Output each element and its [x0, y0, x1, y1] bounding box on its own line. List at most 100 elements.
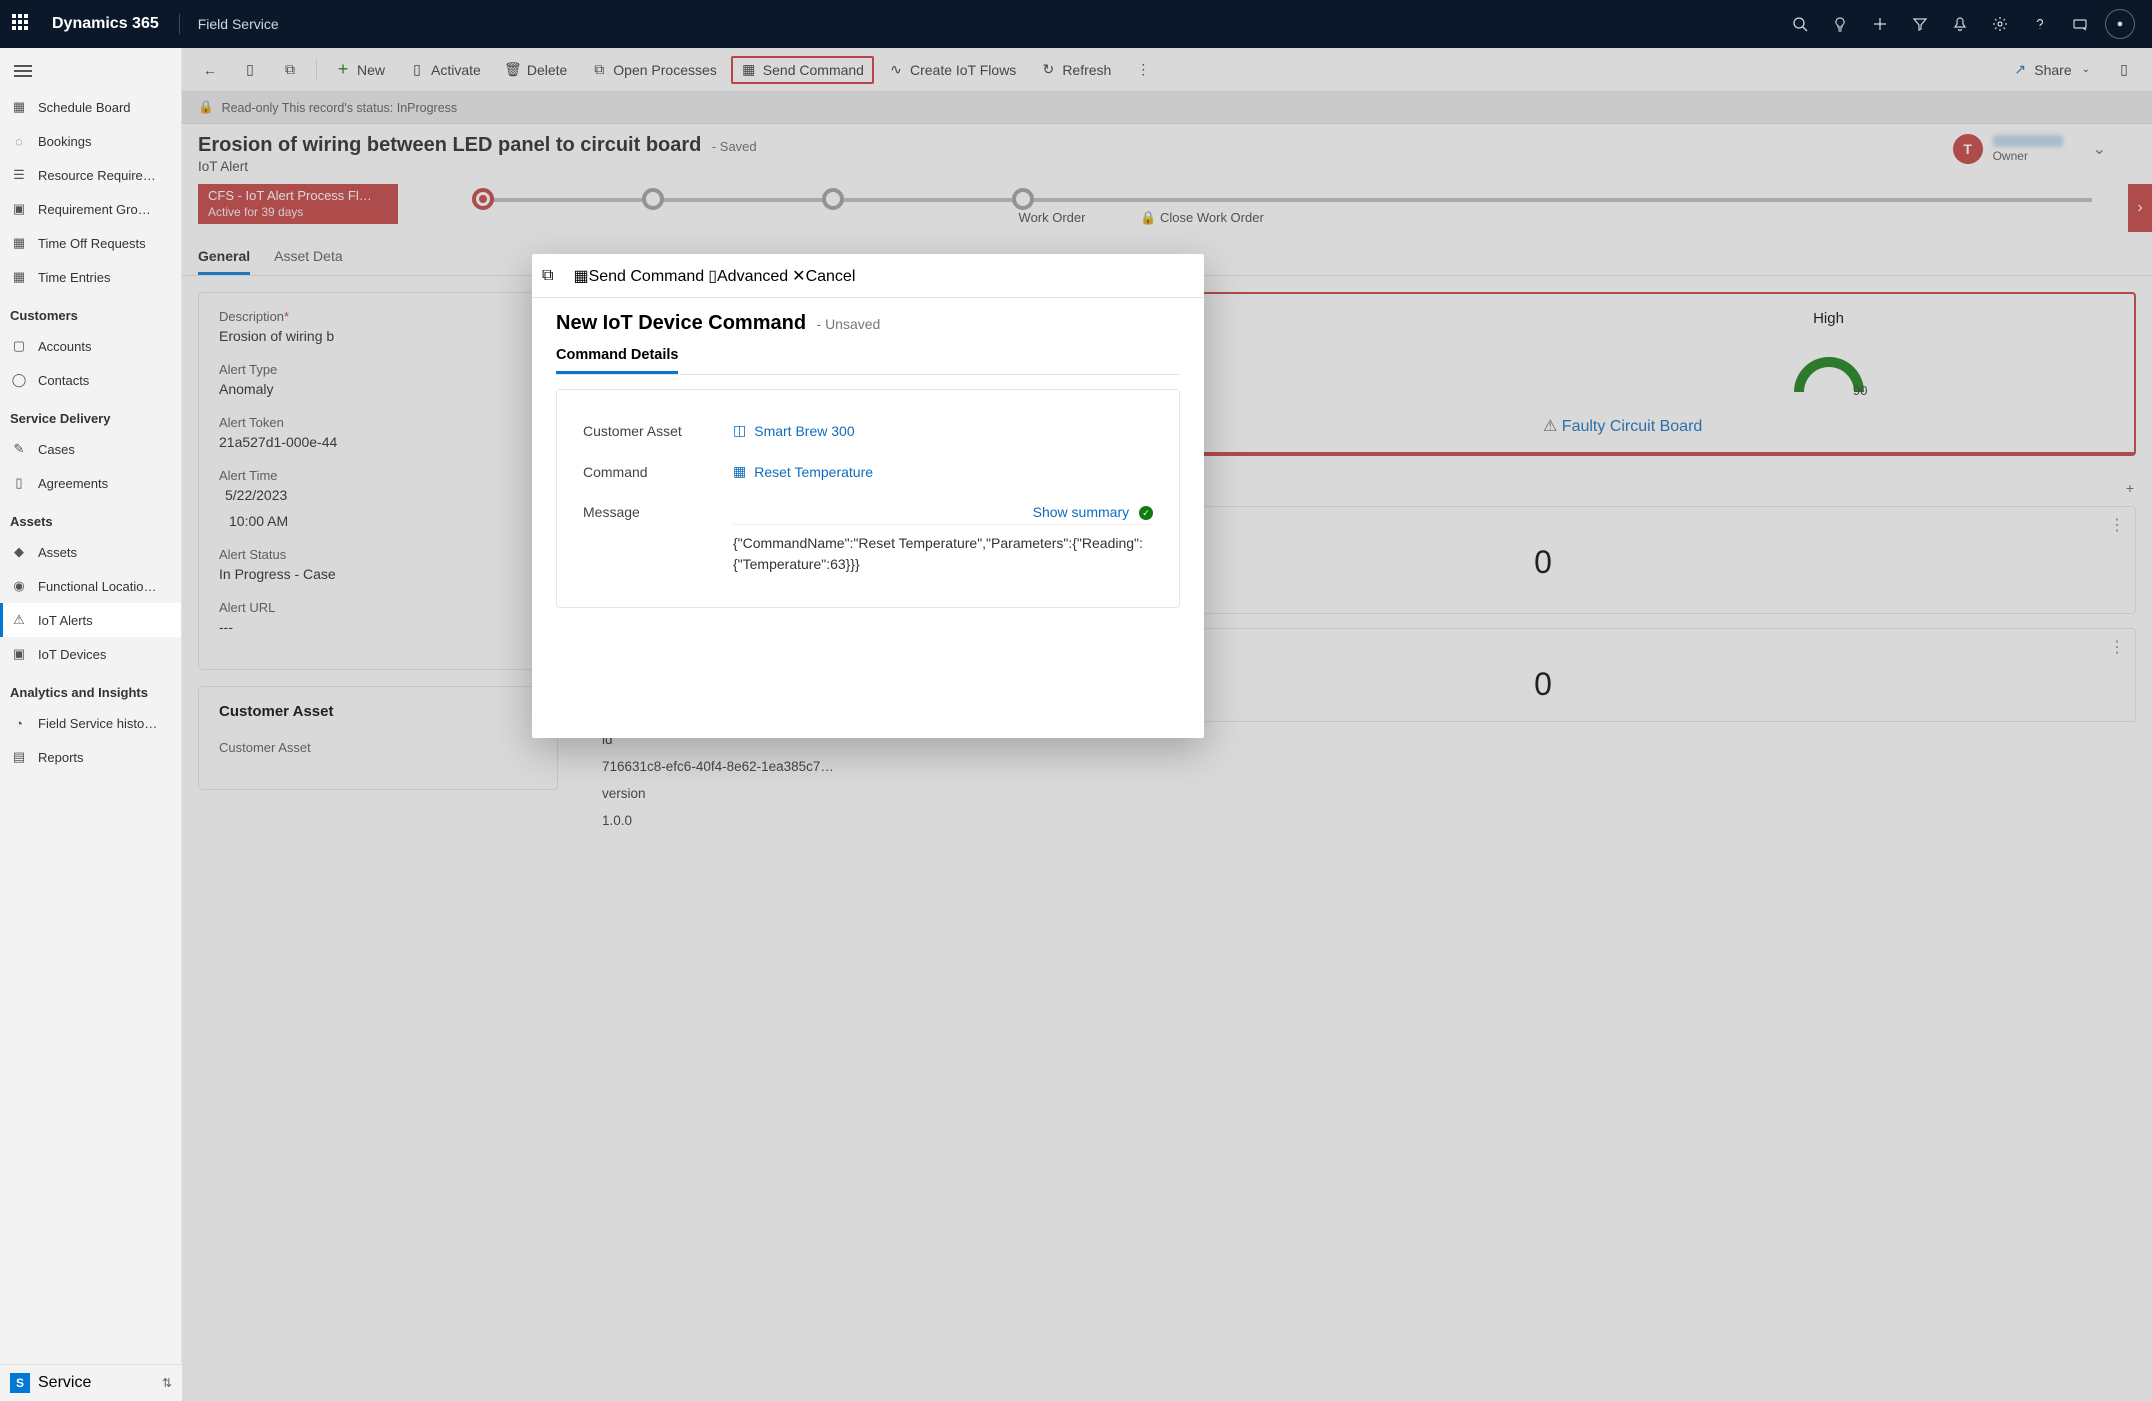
hamburger-icon[interactable]: [0, 52, 181, 90]
nav-resource-requirements[interactable]: ☰Resource Require…: [0, 158, 181, 192]
field-alert-type[interactable]: Alert Type Anomaly: [219, 362, 537, 397]
user-avatar[interactable]: ●: [2100, 0, 2140, 48]
bpf-next-arrow[interactable]: ›: [2128, 184, 2152, 232]
more-icon[interactable]: ⋮: [2109, 637, 2125, 657]
nav-schedule-board[interactable]: ▦Schedule Board: [0, 90, 181, 124]
add-icon[interactable]: +: [2126, 480, 2134, 496]
nav-cases[interactable]: ✎Cases: [0, 432, 181, 466]
type-link[interactable]: Faulty Circuit Board: [1562, 418, 1703, 435]
readonly-text: Read-only This record's status: InProgre…: [222, 101, 458, 115]
nav-time-off[interactable]: ▦Time Off Requests: [0, 226, 181, 260]
tab-asset-details[interactable]: Asset Deta: [274, 240, 342, 275]
field-label: Command: [583, 464, 733, 480]
open-processes-button[interactable]: ⧉Open Processes: [581, 56, 727, 84]
form-selector-icon[interactable]: ▯: [232, 56, 268, 84]
customer-asset-link[interactable]: ◫ Smart Brew 300: [733, 422, 1153, 439]
field-label: Alert Status: [219, 547, 537, 562]
bpf-stage-3[interactable]: [822, 188, 844, 210]
field-description[interactable]: Description* Erosion of wiring b: [219, 309, 537, 344]
modal-save-status: - Unsaved: [817, 316, 881, 332]
plus-icon[interactable]: [1860, 0, 1900, 48]
back-button[interactable]: ←: [192, 56, 228, 84]
new-button[interactable]: +New: [325, 56, 395, 84]
tab-general[interactable]: General: [198, 240, 250, 275]
modal-advanced-button[interactable]: ▯Advanced: [708, 266, 788, 286]
nav-iot-alerts[interactable]: ⚠IoT Alerts: [0, 603, 181, 637]
show-summary-link[interactable]: Show summary: [1033, 504, 1129, 520]
nav-functional-locations[interactable]: ◉Functional Locatio…: [0, 569, 181, 603]
create-iot-flows-button[interactable]: ∿Create IoT Flows: [878, 56, 1026, 84]
nav-contacts[interactable]: ◯Contacts: [0, 363, 181, 397]
command-icon: ▦: [733, 463, 746, 480]
field-alert-time[interactable]: Alert Time 5/22/2023 10:00 AM: [219, 468, 537, 529]
nav-assets[interactable]: ◆Assets: [0, 535, 181, 569]
nav-label: IoT Devices: [38, 647, 106, 662]
warning-icon: ⚠: [1543, 418, 1557, 435]
side-panel-icon[interactable]: ▯: [2106, 56, 2142, 84]
nav-fs-history[interactable]: ◔Field Service histo…: [0, 706, 181, 740]
field-alert-url[interactable]: Alert URL ---: [219, 600, 537, 635]
help-icon[interactable]: [2020, 0, 2060, 48]
btn-label: Send Command: [763, 62, 864, 78]
command-link[interactable]: ▦ Reset Temperature: [733, 463, 1153, 480]
area-switcher[interactable]: S Service ⇅: [0, 1364, 182, 1401]
bpf-stage-2[interactable]: [642, 188, 664, 210]
modal-send-command-button[interactable]: ▦Send Command: [573, 266, 704, 286]
nav-label: Time Entries: [38, 270, 110, 285]
field-command[interactable]: Command ▦ Reset Temperature: [583, 451, 1153, 492]
report-icon: ▤: [10, 748, 28, 766]
field-value: ---: [219, 619, 537, 635]
owner-block[interactable]: T Owner ⌄: [1953, 134, 2136, 164]
nav-agreements[interactable]: ▯Agreements: [0, 466, 181, 500]
gear-icon[interactable]: [1980, 0, 2020, 48]
share-button[interactable]: ↗Share⌄: [2002, 56, 2100, 84]
bpf-active-stage[interactable]: CFS - IoT Alert Process Fl… Active for 3…: [198, 184, 398, 224]
record-subtitle: IoT Alert: [198, 159, 1937, 174]
modal-cancel-button[interactable]: ✕Cancel: [792, 266, 855, 286]
sidebar: ▦Schedule Board ◌Bookings ☰Resource Requ…: [0, 48, 182, 1401]
bpf-stage-1[interactable]: [472, 188, 494, 210]
nav-label: Field Service histo…: [38, 716, 157, 731]
lightbulb-icon[interactable]: [1820, 0, 1860, 48]
field-alert-status[interactable]: Alert Status In Progress - Case: [219, 547, 537, 582]
filter-icon[interactable]: [1900, 0, 1940, 48]
nav-label: Resource Require…: [38, 168, 156, 183]
field-customer-asset[interactable]: Customer Asset: [219, 740, 537, 755]
assistant-icon[interactable]: [2060, 0, 2100, 48]
bpf-stage-label: Close Work Order: [1160, 210, 1264, 225]
priority-value: High: [1543, 310, 2114, 327]
refresh-button[interactable]: ↻Refresh: [1030, 56, 1121, 84]
nav-time-entries[interactable]: ▦Time Entries: [0, 260, 181, 294]
bell-icon[interactable]: [1940, 0, 1980, 48]
overflow-button[interactable]: ⋮: [1125, 56, 1161, 84]
cube-icon: ◆: [10, 543, 28, 561]
owner-label: Owner: [1993, 149, 2063, 163]
field-alert-token[interactable]: Alert Token 21a527d1-000e-44: [219, 415, 537, 450]
nav-label: Accounts: [38, 339, 91, 354]
nav-reports[interactable]: ▤Reports: [0, 740, 181, 774]
field-value: Erosion of wiring b: [219, 328, 537, 344]
nav-requirement-groups[interactable]: ▣Requirement Gro…: [0, 192, 181, 226]
nav-bookings[interactable]: ◌Bookings: [0, 124, 181, 158]
search-icon[interactable]: [1780, 0, 1820, 48]
nav-label: IoT Alerts: [38, 613, 93, 628]
modal-tab-command-details[interactable]: Command Details: [556, 347, 678, 374]
field-value: 21a527d1-000e-44: [219, 434, 537, 450]
app-name[interactable]: Field Service: [198, 16, 279, 32]
field-customer-asset[interactable]: Customer Asset ◫ Smart Brew 300: [583, 410, 1153, 451]
field-message[interactable]: Message Show summary ✓ {"CommandName":"R…: [583, 492, 1153, 587]
delete-button[interactable]: 🗑Delete: [495, 56, 577, 84]
modal-command-bar: ⧉ ▦Send Command ▯Advanced ✕Cancel: [532, 254, 1204, 298]
main-content: ← ▯ ⧉ +New ▯Activate 🗑Delete ⧉Open Proce…: [182, 48, 2152, 1401]
activate-button[interactable]: ▯Activate: [399, 56, 491, 84]
chevron-down-icon[interactable]: ⌄: [2093, 139, 2106, 159]
nav-iot-devices[interactable]: ▣IoT Devices: [0, 637, 181, 671]
send-command-button[interactable]: ▦Send Command: [731, 56, 874, 84]
modal-popout-icon[interactable]: ⧉: [542, 267, 553, 285]
bpf-stage-4[interactable]: [1012, 188, 1034, 210]
app-launcher-icon[interactable]: [12, 14, 32, 34]
nav-accounts[interactable]: ▢Accounts: [0, 329, 181, 363]
popout-icon[interactable]: ⧉: [272, 56, 308, 84]
more-icon[interactable]: ⋮: [2109, 515, 2125, 535]
field-label: Alert Type: [219, 362, 537, 377]
